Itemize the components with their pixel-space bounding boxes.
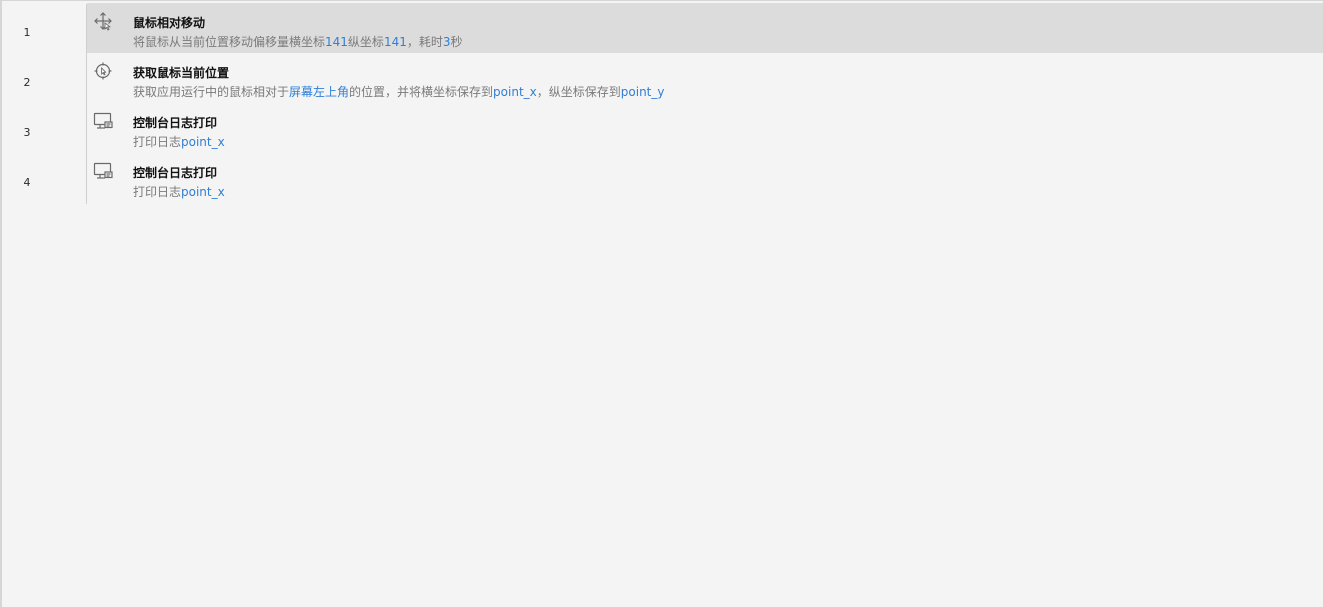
desc-text: 获取应用运行中的鼠标相对于 <box>133 85 290 99</box>
line-number: 1 <box>23 26 31 39</box>
desc-text: 秒 <box>450 35 463 49</box>
desc-text: 的位置，并将横坐标保存到 <box>349 85 494 99</box>
param-value[interactable]: 141 <box>384 35 407 49</box>
desc-text: 纵坐标 <box>347 35 384 49</box>
step-content[interactable]: 控制台日志打印 打印日志point_x <box>87 103 1323 153</box>
step-content[interactable]: 控制台日志打印 打印日志point_x <box>87 153 1323 203</box>
step-description: 打印日志point_x <box>133 133 225 150</box>
step-description: 打印日志point_x <box>133 183 225 200</box>
move-arrows-icon <box>93 11 113 31</box>
step-title: 鼠标相对移动 <box>133 16 206 30</box>
flow-step-row[interactable]: 2 获取鼠标当前位置 获取应用运行中的鼠标相对于屏幕左上角的位置，并将横坐标保存… <box>4 53 1323 103</box>
variable-point-x[interactable]: point_x <box>493 85 537 99</box>
variable-point-x[interactable]: point_x <box>181 135 225 149</box>
flow-step-row[interactable]: 4 控制台日志打印 打印日志point_x <box>4 153 1323 203</box>
desc-text: ，耗时 <box>406 35 443 49</box>
step-title: 控制台日志打印 <box>133 166 218 180</box>
desc-text: 将鼠标从当前位置移动偏移量横坐标 <box>133 35 326 49</box>
flow-step-row[interactable]: 1 鼠标相对移动 将鼠标从当前位置移动偏移量横坐标141纵坐标141，耗时3秒 <box>4 3 1323 53</box>
variable-point-y[interactable]: point_y <box>621 85 665 99</box>
step-description: 将鼠标从当前位置移动偏移量横坐标141纵坐标141，耗时3秒 <box>133 33 463 50</box>
desc-text: 打印日志 <box>133 135 182 149</box>
line-number: 4 <box>23 176 31 189</box>
line-number: 3 <box>23 126 31 139</box>
desc-text: ，纵坐标保存到 <box>536 85 621 99</box>
step-title: 获取鼠标当前位置 <box>133 66 230 80</box>
desc-text: 打印日志 <box>133 185 182 199</box>
step-description: 获取应用运行中的鼠标相对于屏幕左上角的位置，并将横坐标保存到point_x，纵坐… <box>133 83 665 100</box>
param-value[interactable]: 屏幕左上角 <box>289 85 349 99</box>
step-content[interactable]: 鼠标相对移动 将鼠标从当前位置移动偏移量横坐标141纵坐标141，耗时3秒 <box>87 3 1323 53</box>
flow-editor-canvas[interactable]: 1 鼠标相对移动 将鼠标从当前位置移动偏移量横坐标141纵坐标141，耗时3秒 … <box>0 0 1323 607</box>
line-number: 2 <box>23 76 31 89</box>
flow-step-row[interactable]: 3 控制台日志打印 打印日志point_x <box>4 103 1323 153</box>
step-content[interactable]: 获取鼠标当前位置 获取应用运行中的鼠标相对于屏幕左上角的位置，并将横坐标保存到p… <box>87 53 1323 103</box>
param-value[interactable]: 141 <box>325 35 348 49</box>
crosshair-target-icon <box>93 61 113 81</box>
variable-point-x[interactable]: point_x <box>181 185 225 199</box>
step-title: 控制台日志打印 <box>133 116 218 130</box>
console-print-icon <box>93 161 113 181</box>
param-value[interactable]: 3 <box>443 35 451 49</box>
console-print-icon <box>93 111 113 131</box>
